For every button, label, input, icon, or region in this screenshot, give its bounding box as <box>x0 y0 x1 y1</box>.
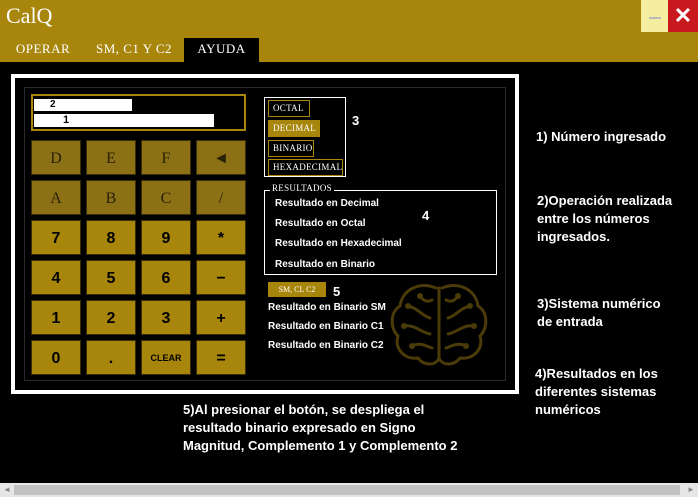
help-note-4-line-3: numéricos <box>535 402 601 417</box>
result-decimal: Resultado en Decimal <box>275 198 379 209</box>
key-2-3[interactable]: * <box>196 220 246 255</box>
key-0-3[interactable]: ◄ <box>196 140 246 175</box>
help-note-4: 4)Resultados en los diferentes sistemas … <box>535 365 658 419</box>
tab-ayuda[interactable]: AYUDA <box>184 38 259 62</box>
input-display: 1 <box>34 114 214 127</box>
key-2-0[interactable]: 7 <box>31 220 81 255</box>
help-note-2: 2)Operación realizada entre los números … <box>537 192 672 246</box>
scroll-right-icon[interactable]: ► <box>684 483 698 497</box>
key-4-1[interactable]: 2 <box>86 300 136 335</box>
key-3-2[interactable]: 6 <box>141 260 191 295</box>
title-bar: CalQ ✕ <box>0 0 698 32</box>
key-1-3[interactable]: / <box>196 180 246 215</box>
result-binary: Resultado en Binario <box>275 259 376 270</box>
help-note-2-line-2: entre los números <box>537 211 650 226</box>
key-5-0[interactable]: 0 <box>31 340 81 375</box>
operation-display: 2 <box>34 99 132 111</box>
key-1-2[interactable]: C <box>141 180 191 215</box>
key-4-2[interactable]: 3 <box>141 300 191 335</box>
help-note-4-line-2: diferentes sistemas <box>535 384 657 399</box>
tab-sm-c1-c2[interactable]: SM, C1 Y C2 <box>86 38 182 62</box>
horizontal-scrollbar[interactable]: ◄ ► <box>0 483 698 497</box>
key-4-0[interactable]: 1 <box>31 300 81 335</box>
result-binary-c1: Resultado en Binario C1 <box>268 321 384 332</box>
key-1-0[interactable]: A <box>31 180 81 215</box>
help-note-2-line-1: 2)Operación realizada <box>537 193 673 208</box>
help-note-1: 1) Número ingresado <box>536 129 667 144</box>
key-3-3[interactable]: − <box>196 260 246 295</box>
base-octal-button[interactable]: OCTAL <box>268 100 310 117</box>
scrollbar-thumb[interactable] <box>14 485 680 495</box>
close-button[interactable]: ✕ <box>668 0 698 32</box>
base-decimal-button[interactable]: DECIMAL <box>268 120 320 137</box>
results-legend: RESULTADOS <box>270 183 334 193</box>
key-5-2[interactable]: CLEAR <box>141 340 191 375</box>
help-note-3-line-1: 3)Sistema numérico <box>537 296 661 311</box>
base-binary-button[interactable]: BINARIO <box>268 140 314 157</box>
tab-operar[interactable]: OPERAR <box>4 38 82 62</box>
key-2-2[interactable]: 9 <box>141 220 191 255</box>
key-5-1[interactable]: . <box>86 340 136 375</box>
result-hexadecimal: Resultado en Hexadecimal <box>275 238 402 249</box>
key-5-3[interactable]: = <box>196 340 246 375</box>
help-note-3-line-2: de entrada <box>537 314 603 329</box>
help-note-5: 5)Al presionar el botón, se despliega el… <box>183 401 457 455</box>
scroll-left-icon[interactable]: ◄ <box>0 483 14 497</box>
base-hexadecimal-button[interactable]: HEXADECIMAL <box>268 159 343 176</box>
help-note-5-line-2: resultado binario expresado en Signo <box>183 420 416 435</box>
marker-4: 4 <box>422 208 430 223</box>
tab-bar: OPERAR SM, C1 Y C2 AYUDA <box>0 32 698 62</box>
minimize-button[interactable] <box>641 0 668 32</box>
app-title: CalQ <box>6 3 53 28</box>
help-note-5-line-3: Magnitud, Complemento 1 y Complemento 2 <box>183 438 458 453</box>
key-3-1[interactable]: 5 <box>86 260 136 295</box>
marker-5: 5 <box>333 284 341 299</box>
result-octal: Resultado en Octal <box>275 218 366 229</box>
help-note-5-line-1: 5)Al presionar el botón, se despliega el <box>183 402 425 417</box>
key-4-3[interactable]: + <box>196 300 246 335</box>
key-3-0[interactable]: 4 <box>31 260 81 295</box>
brain-circuit-logo <box>390 284 488 366</box>
marker-3: 3 <box>352 113 360 128</box>
key-0-0[interactable]: D <box>31 140 81 175</box>
result-binary-c2: Resultado en Binario C2 <box>268 340 384 351</box>
help-note-4-line-1: 4)Resultados en los <box>535 366 658 381</box>
help-note-3: 3)Sistema numérico de entrada <box>537 295 661 331</box>
help-note-2-line-3: ingresados. <box>537 229 610 244</box>
key-0-2[interactable]: F <box>141 140 191 175</box>
key-1-1[interactable]: B <box>86 180 136 215</box>
minimize-icon <box>649 17 661 19</box>
result-binary-sm: Resultado en Binario SM <box>268 302 386 313</box>
key-0-1[interactable]: E <box>86 140 136 175</box>
sm-c1-c2-button[interactable]: SM, CL C2 <box>268 282 326 297</box>
key-2-1[interactable]: 8 <box>86 220 136 255</box>
